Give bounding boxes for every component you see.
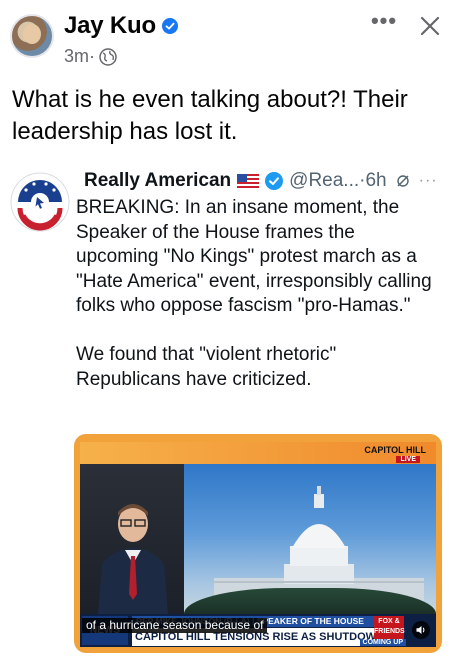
- tv-top-bar: CAPITOL HILL LIVE: [80, 442, 436, 464]
- quoted-header: Really American @Rea... · 6h ···: [84, 170, 438, 192]
- mute-icon[interactable]: [395, 173, 411, 189]
- quoted-more-icon[interactable]: ···: [419, 170, 438, 192]
- show-badge: FOX & FRIENDS: [374, 616, 405, 639]
- quoted-post[interactable]: Really American @Rea... · 6h ··· BREAKIN…: [8, 170, 442, 655]
- author-row: Jay Kuo: [64, 12, 178, 40]
- capitol-scene: [184, 464, 436, 614]
- corner-location-label: CAPITOL HILL: [364, 445, 426, 455]
- volume-icon[interactable]: [412, 621, 430, 639]
- author-name[interactable]: Jay Kuo: [64, 12, 156, 40]
- live-badge: LIVE: [396, 456, 420, 463]
- quoted-paragraph: BREAKING: In an insane moment, the Speak…: [76, 197, 432, 317]
- video-thumbnail[interactable]: CAPITOL HILL LIVE SPEAKER OF THE HOUSE C…: [74, 434, 442, 653]
- video-frame: CAPITOL HILL LIVE SPEAKER OF THE HOUSE C…: [80, 442, 436, 647]
- quoted-author-avatar[interactable]: [10, 172, 70, 232]
- verified-badge-icon: [161, 18, 178, 34]
- closed-caption: of a hurricane season because of: [82, 618, 268, 633]
- verified-badge-icon: [265, 172, 284, 190]
- quoted-body: BREAKING: In an insane moment, the Speak…: [76, 196, 438, 392]
- speaker-panel: [80, 464, 184, 614]
- us-flag-icon: [237, 174, 260, 188]
- quoted-time[interactable]: 6h: [365, 170, 386, 192]
- post-text: What is he even talking about?! Their le…: [12, 86, 408, 145]
- post-header: Jay Kuo 3m · •••: [0, 0, 450, 80]
- globe-icon: [99, 47, 117, 66]
- coming-up-label: COMING UP: [359, 639, 406, 646]
- close-icon[interactable]: [416, 12, 444, 40]
- meta-separator: ·: [89, 46, 96, 66]
- quoted-paragraph: We found that "violent rhetoric" Republi…: [76, 343, 337, 390]
- quoted-handle[interactable]: @Rea...: [289, 170, 359, 192]
- author-avatar[interactable]: [10, 14, 54, 58]
- speaker-figure: [98, 504, 168, 614]
- post-meta: 3m ·: [64, 46, 117, 67]
- post-timestamp[interactable]: 3m: [64, 46, 89, 67]
- more-options-icon[interactable]: •••: [368, 10, 400, 36]
- quoted-author-name[interactable]: Really American: [84, 170, 231, 192]
